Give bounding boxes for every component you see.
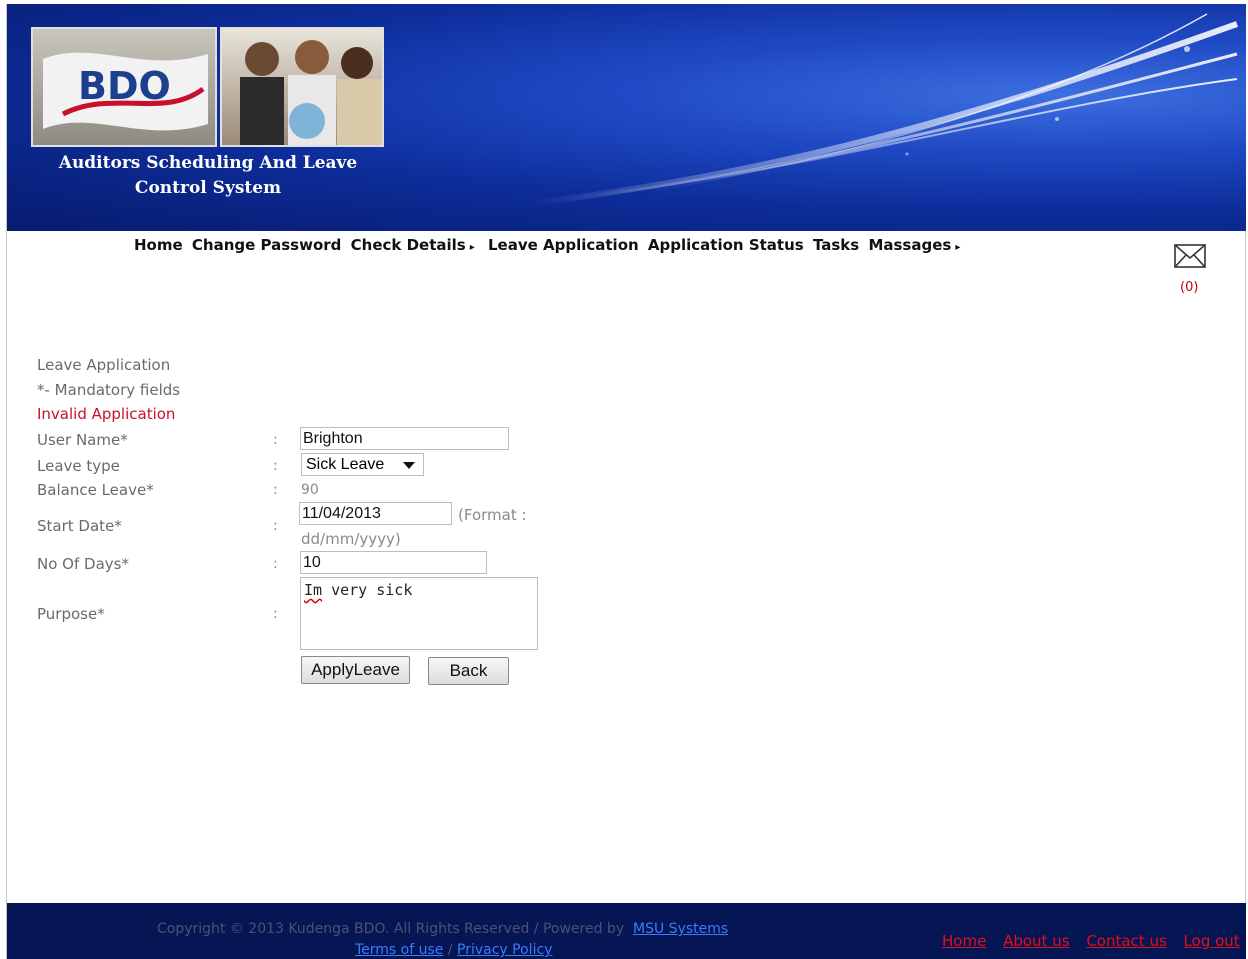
footer-policies: Terms of use / Privacy Policy: [355, 942, 552, 958]
date-format-hint: (Format :: [458, 506, 527, 524]
colon: :: [273, 432, 278, 448]
colon: :: [273, 518, 278, 534]
no-of-days-label: No Of Days*: [37, 555, 129, 573]
copyright-text: Copyright © 2013 Kudenga BDO. All Rights…: [157, 921, 728, 937]
leave-type-label: Leave type: [37, 457, 120, 475]
colon: :: [273, 606, 278, 622]
mandatory-note: *- Mandatory fields: [37, 381, 181, 399]
nav-item-application-status[interactable]: Application Status: [648, 236, 804, 254]
purpose-label: Purpose*: [37, 605, 105, 623]
copyright-label: Copyright © 2013 Kudenga BDO. All Rights…: [157, 921, 625, 937]
nav-item-change-password[interactable]: Change Password: [192, 236, 342, 254]
nav-item-check-details[interactable]: Check Details: [351, 236, 466, 254]
nav-item-home[interactable]: Home: [134, 236, 183, 254]
form-heading: Leave Application: [37, 356, 171, 374]
back-button[interactable]: Back: [428, 657, 509, 685]
user-name-label: User Name*: [37, 431, 128, 449]
leave-type-select[interactable]: Sick Leave: [301, 453, 424, 476]
user-name-field[interactable]: Brighton: [300, 427, 509, 450]
apply-leave-button[interactable]: ApplyLeave: [301, 656, 410, 684]
header-logo: BDO: [26, 24, 386, 151]
footer-link-about-us[interactable]: About us: [1003, 932, 1069, 950]
dropdown-arrow-icon: [403, 462, 415, 469]
colon: :: [273, 556, 278, 572]
error-message: Invalid Application: [37, 405, 176, 423]
bdo-flag-image: BDO: [31, 27, 217, 147]
balance-leave-label: Balance Leave*: [37, 481, 154, 499]
separator: /: [443, 942, 458, 958]
message-count[interactable]: (0): [1180, 280, 1198, 295]
team-photo-image: [220, 27, 384, 147]
colon: :: [273, 482, 278, 498]
main-nav: Home Change Password Check Details ▸ Leav…: [134, 236, 968, 254]
terms-of-use-link[interactable]: Terms of use: [355, 942, 443, 958]
start-date-field[interactable]: 11/04/2013: [299, 502, 452, 525]
submenu-caret-icon: ▸: [469, 242, 475, 253]
colon: :: [273, 458, 278, 474]
header-banner: BDO Auditors Scheduling And Leave Contro…: [7, 4, 1246, 231]
balance-leave-value: 90: [301, 482, 319, 498]
nav-item-leave-application[interactable]: Leave Application: [488, 236, 639, 254]
envelope-icon[interactable]: [1174, 244, 1206, 268]
privacy-policy-link[interactable]: Privacy Policy: [457, 942, 552, 958]
purpose-textarea[interactable]: Im very sick: [300, 577, 538, 650]
nav-item-tasks[interactable]: Tasks: [813, 236, 859, 254]
purpose-text: very sick: [322, 581, 413, 599]
footer-link-home[interactable]: Home: [942, 932, 986, 950]
start-date-label: Start Date*: [37, 517, 122, 535]
nav-item-massages[interactable]: Massages: [868, 236, 951, 254]
msu-systems-link[interactable]: MSU Systems: [633, 921, 728, 937]
leave-type-value: Sick Leave: [306, 456, 385, 473]
footer-links: Home About us Contact us Log out: [942, 932, 1248, 950]
footer-link-contact-us[interactable]: Contact us: [1086, 932, 1166, 950]
footer-link-log-out[interactable]: Log out: [1184, 932, 1240, 950]
misspelled-word: Im: [304, 581, 323, 599]
date-format-hint-cont: dd/mm/yyyy): [301, 530, 401, 548]
no-of-days-field[interactable]: 10: [300, 551, 487, 574]
app-title: Auditors Scheduling And Leave Control Sy…: [58, 153, 358, 198]
submenu-caret-icon: ▸: [955, 242, 961, 253]
